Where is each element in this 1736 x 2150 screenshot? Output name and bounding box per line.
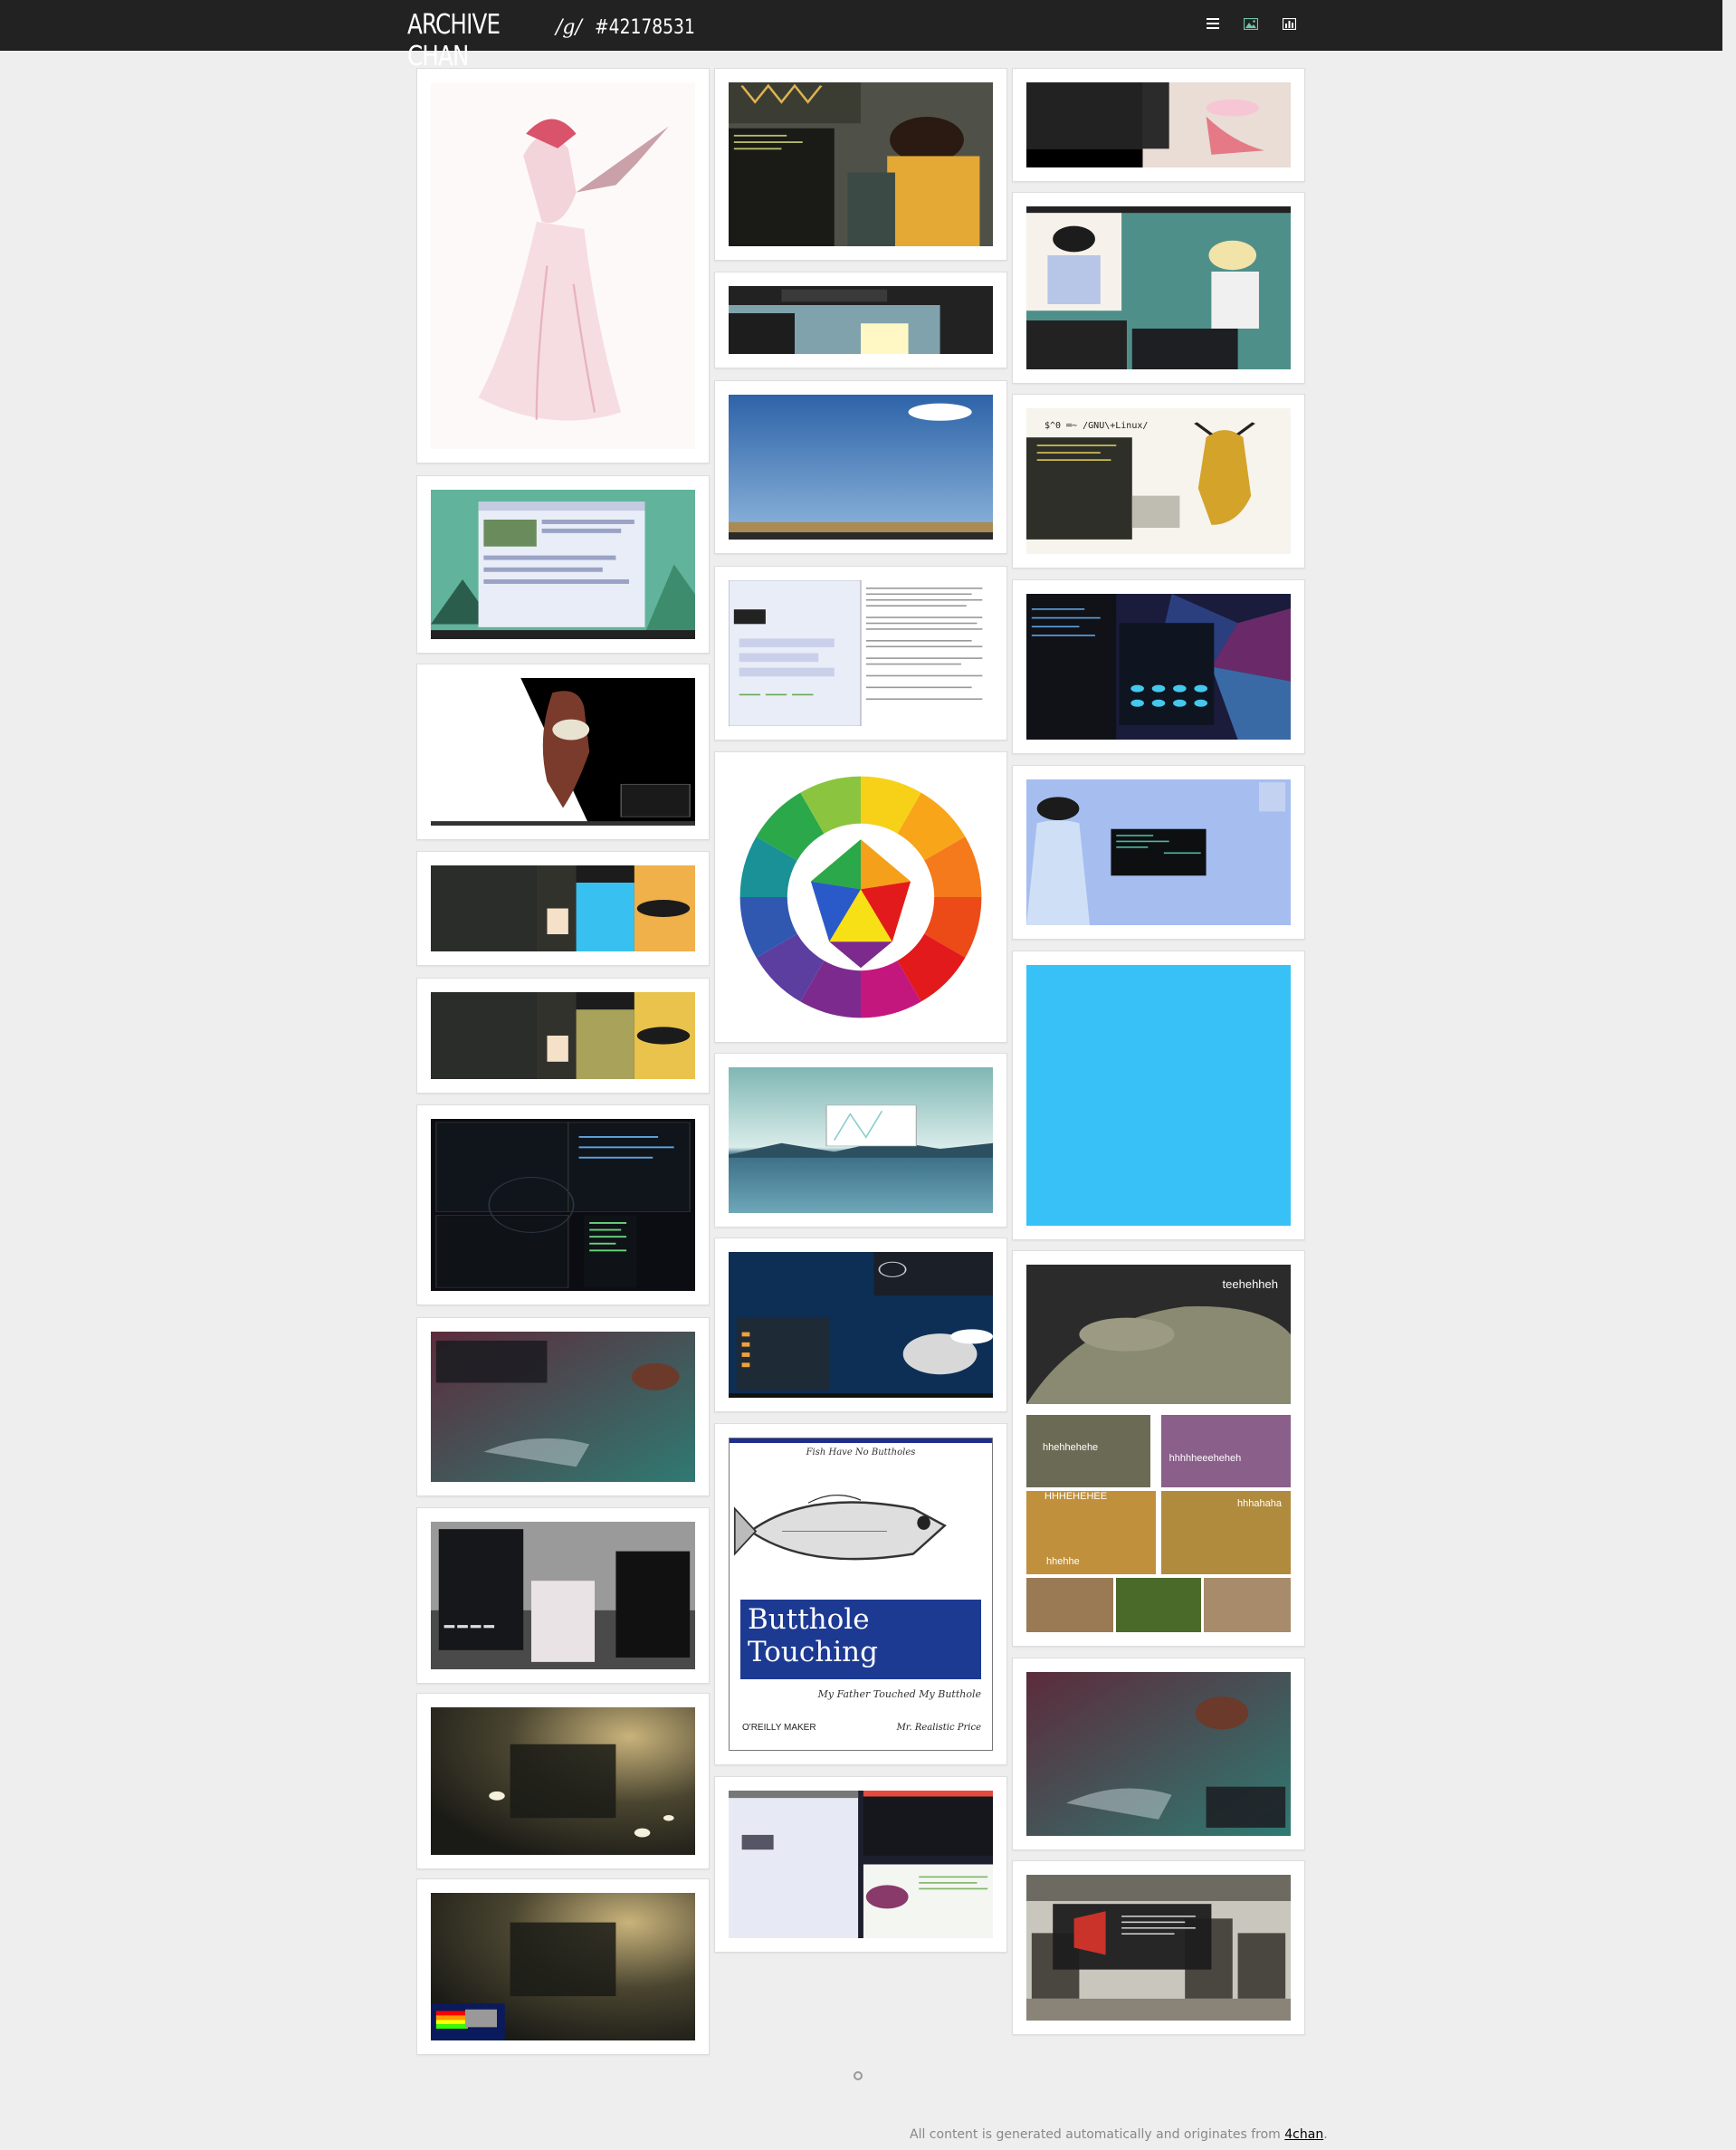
thread-id: #42178531 — [594, 16, 695, 39]
thumbnail-oreilly-parody-book[interactable]: Fish Have No Buttholes Butthole Touching… — [714, 1423, 1007, 1765]
thumbnail-terminals-dark[interactable] — [416, 1104, 710, 1305]
gnu-prompt-caption: $^0 ═~ /GNU\+Linux/ — [1044, 421, 1149, 431]
brand[interactable]: ARCHIVE CHAN /g/ #42178531 — [407, 0, 712, 72]
thumbnail-space-teal[interactable] — [416, 1317, 710, 1496]
iguana-caption-2: hhhhheeeheheh — [1168, 1453, 1242, 1464]
stats-icon[interactable] — [1280, 14, 1298, 33]
book-top-caption: Fish Have No Buttholes — [806, 1448, 916, 1457]
loading-indicator — [854, 2071, 863, 2080]
thumbnail-desktop-cyan-marisa[interactable] — [416, 851, 710, 966]
thumbnail-periwinkle-girl[interactable] — [1012, 765, 1305, 940]
thumbnail-dark-grey-anime[interactable] — [416, 1507, 710, 1684]
thumbnail-bokeh-flowers[interactable] — [416, 1693, 710, 1869]
thumbnail-color-wheel[interactable] — [714, 751, 1007, 1043]
thumbnail-gnu-linux-desktop[interactable]: $^0 ═~ /GNU\+Linux/ — [1012, 394, 1305, 569]
iguana-caption-1: hhehhehehe — [1043, 1442, 1099, 1453]
book-price: Mr. Realistic Price — [896, 1723, 981, 1733]
thumbnail-iguana-meme[interactable]: teehehheh hhehhehehe hhhhheeeheheh HHHEH… — [1012, 1250, 1305, 1647]
thumbnail-desktop-teal-anime-girls[interactable] — [1012, 192, 1305, 384]
book-title-block: Butthole Touching — [740, 1600, 981, 1679]
menu-icon[interactable] — [1204, 14, 1222, 33]
footer-4chan-link[interactable]: 4chan — [1284, 2127, 1323, 2142]
thumbnail-stained-glass-pacman[interactable] — [1012, 579, 1305, 754]
thumbnail-browser-nebula[interactable] — [714, 1776, 1007, 1953]
iguana-caption-4: hhhahaha — [1237, 1498, 1282, 1509]
thumbnail-browser-text[interactable] — [714, 566, 1007, 741]
thumbnail-desktop-bluegrey[interactable] — [714, 272, 1007, 368]
thumbnail-stallman-desktop[interactable] — [714, 1237, 1007, 1412]
book-title-line-2: Touching — [748, 1636, 878, 1668]
site-title[interactable]: ARCHIVE CHAN — [407, 9, 526, 72]
book-subtitle: My Father Touched My Butthole — [817, 1688, 981, 1700]
thumbnail-server-room-desktop[interactable] — [1012, 1860, 1305, 2035]
thumbnail-black-white-anime[interactable] — [416, 664, 710, 840]
thumbnail-space-teal-2[interactable] — [1012, 1658, 1305, 1850]
top-navbar: ARCHIVE CHAN /g/ #42178531 — [0, 0, 1722, 72]
image-icon[interactable] — [1242, 14, 1260, 33]
footer: All content is generated automatically a… — [910, 2127, 1328, 2142]
thumbnail-desktop-olive-marisa[interactable] — [416, 978, 710, 1094]
book-publisher: O'REILLY MAKER — [742, 1723, 816, 1733]
iguana-main-caption: teehehheh — [1222, 1277, 1278, 1291]
thumbnail-lake-mountains[interactable] — [714, 1053, 1007, 1228]
thumbnail-desktop-anime-duo[interactable] — [714, 68, 1007, 261]
book-top-bar — [730, 1438, 992, 1443]
thumbnail-anime-remilia[interactable] — [416, 68, 710, 463]
footer-text: All content is generated automatically a… — [910, 2127, 1285, 2142]
thumbnail-desktop-green[interactable] — [416, 475, 710, 654]
board-name[interactable]: /g/ — [556, 16, 582, 39]
thumbnail-wheat-field-sky[interactable] — [714, 380, 1007, 554]
thumbnail-solid-sky-blue[interactable] — [1012, 951, 1305, 1240]
iguana-caption-5: hhehhe — [1046, 1556, 1080, 1567]
book-title-line-1: Butthole — [748, 1603, 870, 1636]
thumbnail-desktop-pink-anime[interactable] — [1012, 68, 1305, 182]
iguana-caption-3: HHHEHEHEE — [1044, 1491, 1108, 1502]
thumbnail-bokeh-nyancat[interactable] — [416, 1878, 710, 2055]
footer-suffix: . — [1323, 2127, 1328, 2142]
